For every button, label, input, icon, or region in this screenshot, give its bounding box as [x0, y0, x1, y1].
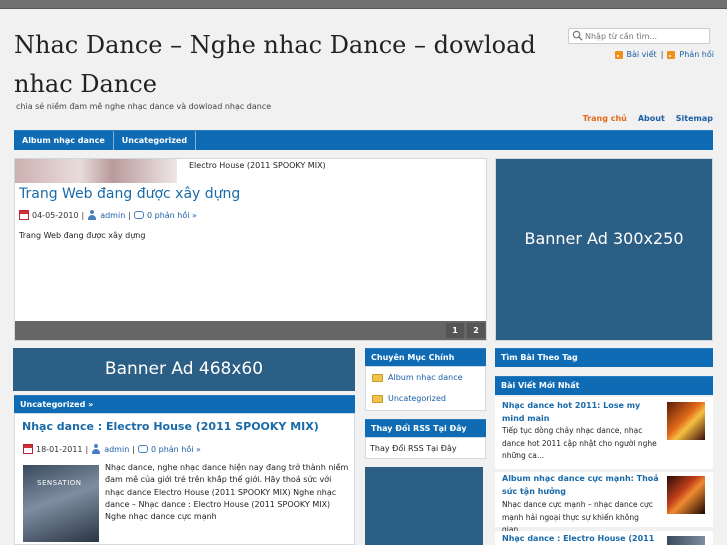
recent-post-title[interactable]: Album nhạc dance cực mạnh: Thoả sức tận …	[502, 473, 660, 498]
slider-post-title[interactable]: Trang Web đang được xây dựng	[19, 186, 240, 202]
rss-separator: |	[660, 50, 664, 59]
recent-post-title[interactable]: Nhạc dance hot 2011: Lose my mind main	[502, 400, 660, 425]
user-icon	[91, 444, 101, 454]
slider-post-excerpt: Trang Web đang được xây dựng	[19, 231, 146, 240]
categories-widget: Album nhạc dance Uncategorized	[365, 366, 486, 411]
search-box[interactable]	[568, 28, 710, 44]
rss-widget: Thay Đổi RSS Tại Đây	[365, 437, 486, 459]
recent-post-item[interactable]: Nhạc dance : Electro House (2011	[495, 531, 713, 545]
category-nav-uncategorized[interactable]: Uncategorized	[114, 131, 197, 150]
recent-post-thumbnail[interactable]	[667, 476, 705, 514]
category-item-label[interactable]: Album nhạc dance	[388, 373, 463, 382]
rss-icon	[667, 50, 676, 59]
post-author-link[interactable]: admin	[100, 211, 125, 220]
calendar-icon	[23, 444, 33, 454]
slider-pagination-bar: 1 2	[15, 321, 486, 340]
post-comments-link[interactable]: 0 phản hồi »	[147, 211, 197, 220]
category-item-label[interactable]: Uncategorized	[388, 394, 446, 403]
category-item-uncategorized[interactable]: Uncategorized	[372, 394, 446, 403]
widget-title-tags: Tìm Bài Theo Tag	[495, 348, 713, 367]
slider-page-2[interactable]: 2	[467, 323, 485, 338]
site-title[interactable]: Nhac Dance – Nghe nhac Dance – dowload n…	[14, 26, 554, 104]
banner-ad-300x250[interactable]: Banner Ad 300x250	[495, 158, 713, 341]
calendar-icon	[19, 210, 29, 220]
post-meta: 18-01-2011 | admin | 0 phản hồi »	[23, 444, 201, 454]
category-item-album[interactable]: Album nhạc dance	[372, 373, 463, 382]
page-nav-about[interactable]: About	[638, 114, 665, 123]
post-author-link[interactable]: admin	[104, 445, 129, 454]
post-card: Nhạc dance : Electro House (2011 SPOOKY …	[14, 413, 355, 545]
post-title[interactable]: Nhạc dance : Electro House (2011 SPOOKY …	[22, 420, 319, 433]
rss-links: Bài viết | Phản hồi	[614, 50, 714, 59]
comment-icon	[137, 445, 148, 453]
widget-title-rss: Thay Đổi RSS Tại Đây	[365, 419, 486, 437]
post-thumbnail-label: SENSATION	[37, 479, 82, 487]
slider-thumbnail-caption[interactable]: Electro House (2011 SPOOKY MIX)	[189, 161, 326, 170]
recent-post-title[interactable]: Nhạc dance : Electro House (2011	[502, 533, 660, 545]
post-date: 04-05-2010	[32, 210, 79, 220]
slider-page-1[interactable]: 1	[446, 323, 464, 338]
recent-post-thumbnail[interactable]	[667, 402, 705, 440]
search-icon	[572, 30, 583, 41]
page-nav-sitemap[interactable]: Sitemap	[676, 114, 713, 123]
widget-title-categories: Chuyên Mục Chính	[365, 348, 486, 366]
post-comments-link[interactable]: 0 phản hồi »	[151, 445, 201, 454]
category-nav-album[interactable]: Album nhạc dance	[14, 131, 114, 150]
recent-post-excerpt: Tiếp tục dòng chảy nhạc dance, nhạc danc…	[502, 426, 657, 460]
page-nav-home[interactable]: Trang chủ	[583, 114, 627, 123]
search-input[interactable]	[585, 30, 707, 42]
recent-post-item[interactable]: Nhạc dance hot 2011: Lose my mind main T…	[495, 397, 713, 469]
post-excerpt: Nhạc dance, nghe nhạc dance hiện nay đan…	[105, 463, 349, 522]
slider-post-meta: 04-05-2010 | admin | 0 phản hồi »	[19, 210, 197, 220]
recent-post-thumbnail[interactable]	[667, 536, 705, 545]
page-nav: Trang chủ About Sitemap	[583, 114, 713, 123]
slider-thumbnail[interactable]	[15, 159, 177, 183]
comment-icon	[133, 211, 144, 219]
category-nav: Album nhạc dance Uncategorized	[14, 130, 713, 150]
banner-ad-sidebar[interactable]	[365, 467, 483, 545]
section-header-uncategorized[interactable]: Uncategorized »	[14, 395, 355, 413]
folder-icon	[372, 394, 383, 403]
rss-posts-link[interactable]: Bài viết	[627, 50, 657, 59]
user-icon	[87, 210, 97, 220]
post-thumbnail[interactable]: SENSATION	[23, 465, 99, 542]
rss-widget-text[interactable]: Thay Đổi RSS Tại Đây	[370, 444, 457, 453]
banner-ad-468x60[interactable]: Banner Ad 468x60	[13, 348, 355, 391]
widget-title-recent-posts: Bài Viết Mới Nhất	[495, 376, 713, 395]
post-date: 18-01-2011	[36, 444, 83, 454]
recent-post-item[interactable]: Album nhạc dance cực mạnh: Thoả sức tận …	[495, 472, 713, 534]
site-tagline: chia sẻ niềm đam mê nghe nhạc dance và d…	[16, 102, 272, 111]
folder-icon	[372, 373, 383, 382]
rss-icon	[614, 50, 623, 59]
rss-comments-link[interactable]: Phản hồi	[679, 50, 714, 59]
featured-slider: Electro House (2011 SPOOKY MIX) Trang We…	[14, 158, 487, 341]
top-bar	[0, 0, 727, 9]
